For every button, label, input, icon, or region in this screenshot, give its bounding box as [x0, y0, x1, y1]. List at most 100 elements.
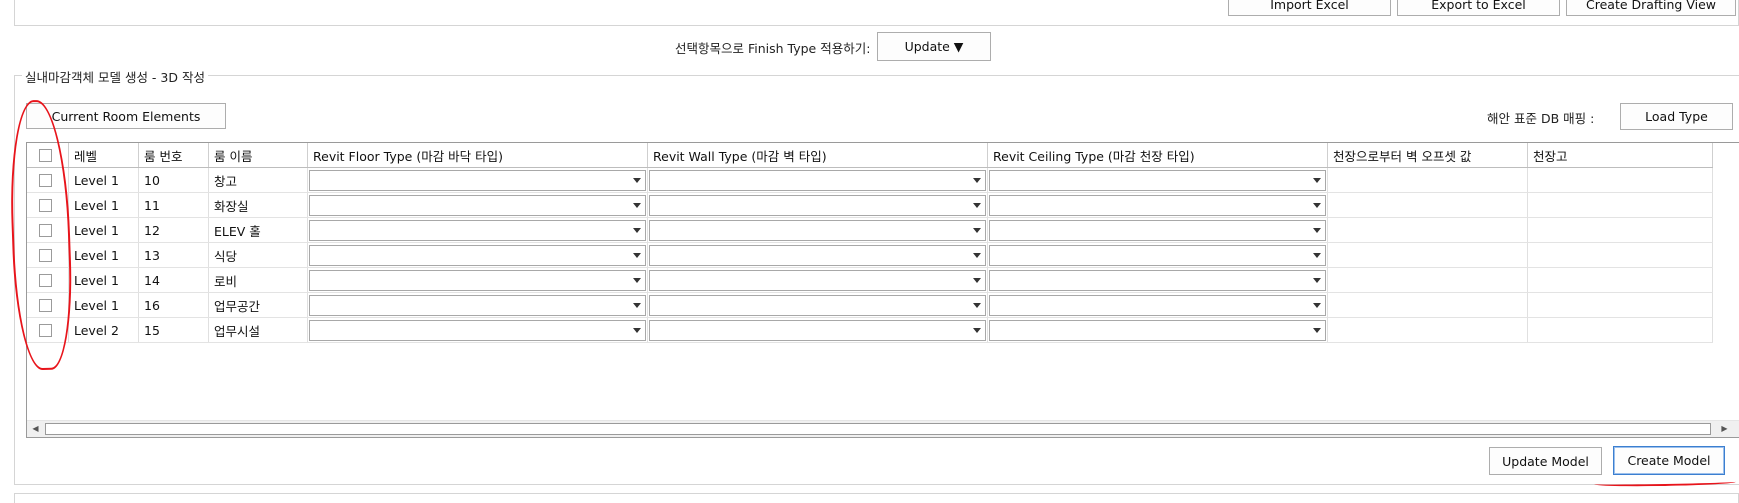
wall-type-cell	[648, 318, 988, 342]
chevron-down-icon	[973, 303, 981, 308]
ceiling-type-combobox[interactable]	[989, 170, 1326, 191]
ceiling-height-cell[interactable]	[1528, 318, 1713, 342]
export-excel-button[interactable]: Export to Excel	[1397, 0, 1560, 16]
floor-type-combobox[interactable]	[309, 170, 646, 191]
floor-type-combobox[interactable]	[309, 195, 646, 216]
table-row[interactable]: Level 2 15 업무시설	[27, 318, 1713, 343]
header-room-number[interactable]: 룸 번호	[139, 143, 209, 167]
header-ceiling-height[interactable]: 천장고	[1528, 143, 1713, 167]
room-name-cell: 로비	[209, 268, 308, 292]
ceiling-type-cell	[988, 243, 1328, 267]
floor-type-combobox[interactable]	[309, 270, 646, 291]
create-drafting-view-button[interactable]: Create Drafting View	[1566, 0, 1736, 16]
header-wall-type[interactable]: Revit Wall Type (마감 벽 타입)	[648, 143, 988, 167]
horizontal-scrollbar[interactable]: ◀ ▶	[27, 420, 1739, 437]
wall-type-combobox[interactable]	[649, 320, 986, 341]
ceiling-height-cell[interactable]	[1528, 293, 1713, 317]
ceiling-type-combobox[interactable]	[989, 320, 1326, 341]
wall-type-cell	[648, 293, 988, 317]
ceiling-height-cell[interactable]	[1528, 218, 1713, 242]
horizontal-scroll-thumb[interactable]	[45, 423, 1711, 435]
header-floor-type[interactable]: Revit Floor Type (마감 바닥 타입)	[308, 143, 648, 167]
wall-offset-cell[interactable]	[1328, 193, 1528, 217]
load-type-button[interactable]: Load Type	[1620, 103, 1733, 130]
room-number-cell: 14	[139, 268, 209, 292]
room-number-cell: 11	[139, 193, 209, 217]
create-model-button[interactable]: Create Model	[1613, 446, 1725, 475]
room-data-grid[interactable]: 레벨 룸 번호 룸 이름 Revit Floor Type (마감 바닥 타입)…	[26, 142, 1739, 438]
wall-offset-cell[interactable]	[1328, 293, 1528, 317]
room-name-cell: 창고	[209, 168, 308, 192]
wall-type-cell	[648, 168, 988, 192]
table-row[interactable]: Level 1 11 화장실	[27, 193, 1713, 218]
level-cell: Level 1	[69, 218, 139, 242]
wall-type-combobox[interactable]	[649, 220, 986, 241]
header-level[interactable]: 레벨	[69, 143, 139, 167]
level-cell: Level 1	[69, 293, 139, 317]
ceiling-height-cell[interactable]	[1528, 243, 1713, 267]
group-title: 실내마감객체 모델 생성 - 3D 작성	[22, 67, 208, 86]
wall-type-combobox[interactable]	[649, 170, 986, 191]
ceiling-type-combobox[interactable]	[989, 245, 1326, 266]
level-cell: Level 1	[69, 243, 139, 267]
floor-type-combobox[interactable]	[309, 320, 646, 341]
import-excel-button[interactable]: Import Excel	[1228, 0, 1391, 16]
ceiling-type-cell	[988, 193, 1328, 217]
wall-type-combobox[interactable]	[649, 245, 986, 266]
wall-offset-cell[interactable]	[1328, 318, 1528, 342]
level-cell: Level 1	[69, 168, 139, 192]
ceiling-height-cell[interactable]	[1528, 193, 1713, 217]
ceiling-type-combobox[interactable]	[989, 220, 1326, 241]
floor-type-cell	[308, 218, 648, 242]
chevron-down-icon	[633, 228, 641, 233]
ceiling-type-combobox[interactable]	[989, 195, 1326, 216]
table-row[interactable]: Level 1 14 로비	[27, 268, 1713, 293]
wall-type-combobox[interactable]	[649, 295, 986, 316]
chevron-down-icon	[1313, 303, 1321, 308]
room-number-cell: 15	[139, 318, 209, 342]
floor-type-combobox[interactable]	[309, 245, 646, 266]
floor-type-cell	[308, 243, 648, 267]
current-room-elements-button[interactable]: Current Room Elements	[26, 103, 226, 129]
wall-type-cell	[648, 218, 988, 242]
chevron-down-icon	[633, 253, 641, 258]
chevron-down-icon	[633, 278, 641, 283]
table-row[interactable]: Level 1 13 식당	[27, 243, 1713, 268]
scroll-right-icon[interactable]: ▶	[1717, 421, 1732, 436]
wall-offset-cell[interactable]	[1328, 243, 1528, 267]
wall-type-combobox[interactable]	[649, 270, 986, 291]
grid-header: 레벨 룸 번호 룸 이름 Revit Floor Type (마감 바닥 타입)…	[27, 143, 1713, 168]
room-name-cell: 식당	[209, 243, 308, 267]
floor-type-combobox[interactable]	[309, 295, 646, 316]
chevron-down-icon	[973, 203, 981, 208]
table-row[interactable]: Level 1 10 창고	[27, 168, 1713, 193]
chevron-down-icon	[973, 278, 981, 283]
wall-offset-cell[interactable]	[1328, 168, 1528, 192]
wall-offset-cell[interactable]	[1328, 268, 1528, 292]
floor-type-cell	[308, 193, 648, 217]
header-wall-offset[interactable]: 천장으로부터 벽 오프셋 값	[1328, 143, 1528, 167]
wall-offset-cell[interactable]	[1328, 218, 1528, 242]
level-cell: Level 2	[69, 318, 139, 342]
floor-type-combobox[interactable]	[309, 220, 646, 241]
header-ceiling-type[interactable]: Revit Ceiling Type (마감 천장 타입)	[988, 143, 1328, 167]
bottom-panel-edge	[14, 493, 1739, 503]
chevron-down-icon	[633, 303, 641, 308]
header-room-name[interactable]: 룸 이름	[209, 143, 308, 167]
scroll-left-icon[interactable]: ◀	[28, 421, 43, 436]
wall-type-combobox[interactable]	[649, 195, 986, 216]
ceiling-height-cell[interactable]	[1528, 268, 1713, 292]
ceiling-type-combobox[interactable]	[989, 295, 1326, 316]
table-row[interactable]: Level 1 16 업무공간	[27, 293, 1713, 318]
room-name-cell: 업무시설	[209, 318, 308, 342]
level-cell: Level 1	[69, 193, 139, 217]
floor-type-cell	[308, 318, 648, 342]
update-dropdown-button[interactable]: Update ▼	[877, 32, 991, 61]
update-model-button[interactable]: Update Model	[1489, 447, 1602, 475]
ceiling-type-combobox[interactable]	[989, 270, 1326, 291]
ceiling-height-cell[interactable]	[1528, 168, 1713, 192]
room-number-cell: 13	[139, 243, 209, 267]
wall-type-cell	[648, 193, 988, 217]
room-number-cell: 12	[139, 218, 209, 242]
table-row[interactable]: Level 1 12 ELEV 홀	[27, 218, 1713, 243]
